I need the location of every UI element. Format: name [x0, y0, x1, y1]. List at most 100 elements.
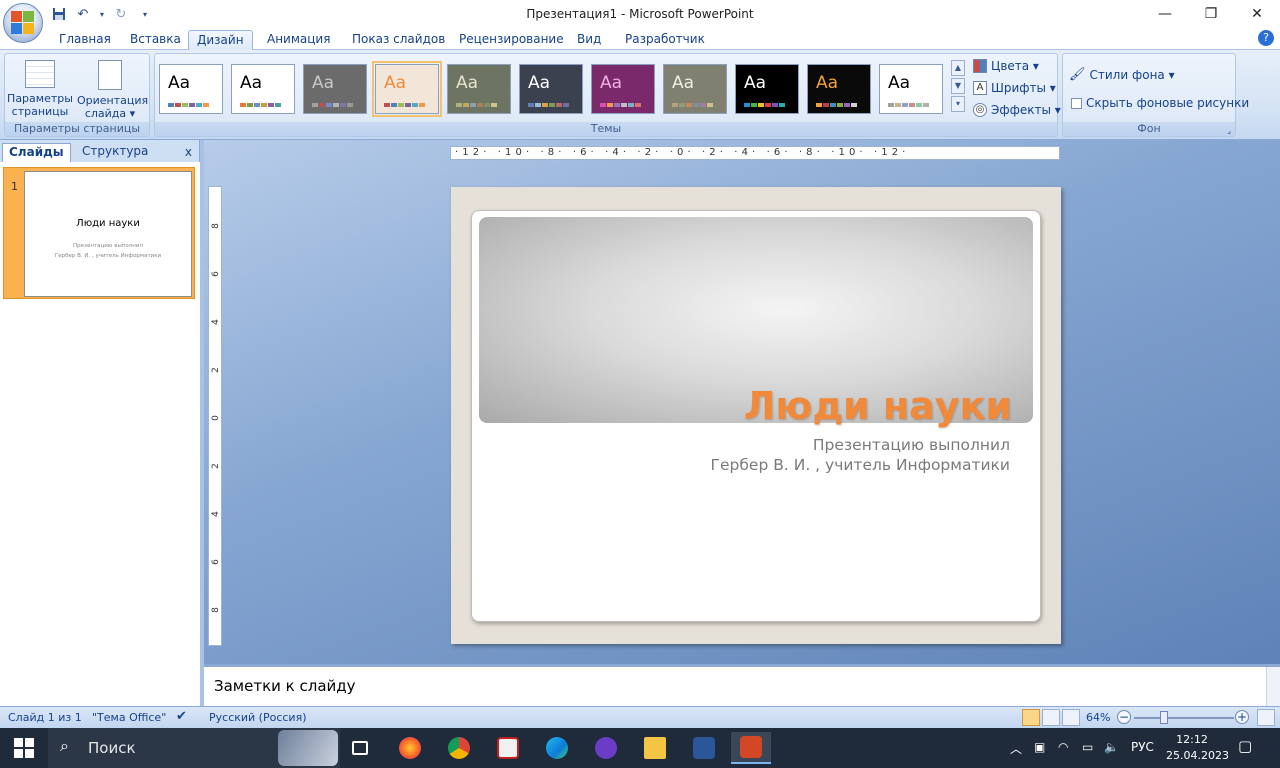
dialog-launcher-icon[interactable]: ⌟ — [1227, 126, 1231, 135]
tab-home[interactable]: Главная — [51, 30, 119, 50]
theme-effects-label: Эффекты ▾ — [991, 103, 1061, 117]
theme-thumbnail-11[interactable]: Aa — [879, 64, 943, 114]
hide-background-checkbox[interactable]: Скрыть фоновые рисунки — [1071, 96, 1249, 110]
firefox-icon[interactable] — [390, 732, 430, 764]
restore-button[interactable]: ❐ — [1188, 0, 1234, 28]
tab-slides[interactable]: Слайды — [2, 143, 71, 162]
theme-thumbnail-6[interactable]: Aa — [519, 64, 583, 114]
theme-thumbnail-1[interactable]: Aa — [159, 64, 223, 114]
zoom-slider-thumb[interactable] — [1160, 711, 1168, 724]
theme-thumbnail-7[interactable]: Aa — [591, 64, 655, 114]
tab-outline[interactable]: Структура — [76, 143, 154, 162]
vruler-mark: 4 — [211, 511, 221, 517]
language[interactable]: Русский (Россия) — [209, 711, 307, 724]
tab-developer[interactable]: Разработчик — [617, 30, 713, 50]
tab-slideshow[interactable]: Показ слайдов — [344, 30, 453, 50]
slide-subtitle-line-1: Презентацию выполнил — [812, 436, 1010, 454]
theme-fonts-label: Шрифты ▾ — [991, 81, 1056, 95]
theme-thumbnail-3[interactable]: Aa — [303, 64, 367, 114]
theme-thumbnail-10[interactable]: Aa — [807, 64, 871, 114]
tray-device-icon[interactable]: ▣ — [1034, 740, 1045, 754]
tab-animation[interactable]: Анимация — [259, 30, 338, 50]
zoom-in-icon[interactable]: + — [1235, 710, 1249, 724]
theme-colors-button[interactable]: Цвета ▾ — [973, 59, 1039, 73]
taskbar-search[interactable]: ⌕ Поиск — [48, 728, 340, 768]
close-pane-icon[interactable]: x — [185, 145, 192, 159]
vruler-mark: 0 — [211, 415, 221, 421]
help-icon[interactable]: ? — [1258, 30, 1274, 46]
slide-title[interactable]: Люди науки — [744, 384, 1012, 428]
zoom-out-icon[interactable]: − — [1117, 710, 1131, 724]
windows-start-icon[interactable] — [14, 738, 34, 758]
theme-effects-button[interactable]: ◎ Эффекты ▾ — [973, 103, 1061, 117]
theme-thumbnail-8[interactable]: Aa — [663, 64, 727, 114]
undo-dropdown-icon[interactable]: ▾ — [98, 5, 106, 23]
undo-icon[interactable]: ↶ — [74, 5, 92, 23]
tab-design[interactable]: Дизайн — [188, 30, 253, 50]
vruler-mark: 2 — [211, 367, 221, 373]
theme-sample-text: Aa — [528, 73, 551, 93]
redo-icon[interactable]: ↻ — [112, 5, 130, 23]
slideshow-view-icon[interactable] — [1062, 709, 1080, 726]
tab-insert[interactable]: Вставка — [122, 30, 189, 50]
horizontal-ruler[interactable]: ·12· ·10· ·8· ·6· ·4· ·2· ·0· ·2· ·4· ·6… — [450, 146, 1060, 160]
notes-scrollbar[interactable] — [1266, 667, 1280, 706]
taskbar-clock[interactable]: 12:12 25.04.2023 — [1166, 732, 1229, 764]
minimize-button[interactable]: — — [1142, 0, 1188, 28]
theme-color-swatches — [744, 103, 785, 107]
red-app-icon[interactable] — [488, 732, 528, 764]
theme-sample-text: Aa — [672, 73, 695, 93]
slide-thumbnail-1[interactable]: 1 Люди науки Презентацию выполнил Гербер… — [3, 167, 195, 299]
powerpoint-taskbar-icon[interactable] — [731, 732, 771, 764]
battery-icon[interactable]: ▭ — [1082, 740, 1093, 754]
wifi-icon[interactable]: ◠ — [1058, 740, 1068, 754]
edge-icon[interactable] — [537, 732, 577, 764]
theme-fonts-button[interactable]: A Шрифты ▾ — [973, 81, 1056, 95]
thumbnail-list: 1 Люди науки Презентацию выполнил Гербер… — [0, 162, 200, 706]
media-app-icon[interactable] — [586, 732, 626, 764]
input-language[interactable]: РУС — [1131, 740, 1154, 754]
theme-thumbnail-4[interactable]: Aa — [372, 61, 442, 117]
fonts-icon: A — [973, 81, 987, 95]
word-icon[interactable] — [684, 732, 724, 764]
theme-color-swatches — [312, 103, 353, 107]
slide-sorter-view-icon[interactable] — [1042, 709, 1060, 726]
vertical-ruler[interactable]: 8 6 4 2 0 2 4 6 8 — [208, 186, 222, 646]
spellcheck-icon[interactable]: ✔ — [176, 709, 187, 724]
window-controls: — ❐ ✕ — [1142, 0, 1280, 28]
normal-view-icon[interactable] — [1022, 709, 1040, 726]
task-view-icon[interactable] — [340, 732, 380, 764]
orientation-icon — [98, 60, 122, 90]
zoom-slider-track[interactable] — [1134, 717, 1234, 719]
slide-orientation-button[interactable]: Ориентация слайда ▾ — [77, 58, 148, 120]
volume-icon[interactable]: 🔈 — [1104, 740, 1119, 754]
fit-to-window-icon[interactable] — [1257, 709, 1275, 726]
zoom-level[interactable]: 64% — [1086, 711, 1110, 724]
vruler-mark: 6 — [211, 271, 221, 277]
theme-thumbnail-2[interactable]: Aa — [231, 64, 295, 114]
customize-qat-icon[interactable]: ▾ — [136, 5, 154, 23]
background-styles-button[interactable]: 🖌 Стили фона ▾ — [1069, 67, 1175, 82]
notification-icon[interactable]: ▢ — [1238, 737, 1252, 755]
file-explorer-icon[interactable] — [635, 732, 675, 764]
slide-subtitle[interactable]: Презентацию выполнил Гербер В. И. , учит… — [711, 435, 1010, 475]
tab-review[interactable]: Рецензирование — [451, 30, 572, 50]
theme-color-swatches — [528, 103, 569, 107]
theme-thumbnail-9[interactable]: Aa — [735, 64, 799, 114]
gallery-down-icon[interactable]: ▼ — [951, 78, 965, 94]
ribbon-tabs: Главная Вставка Дизайн Анимация Показ сл… — [0, 28, 1280, 50]
slide-canvas[interactable]: Люди науки Презентацию выполнил Гербер В… — [451, 187, 1061, 644]
theme-color-swatches — [240, 103, 281, 107]
close-button[interactable]: ✕ — [1234, 0, 1280, 28]
office-button[interactable] — [3, 3, 43, 43]
gallery-up-icon[interactable]: ▲ — [951, 60, 965, 76]
save-icon[interactable] — [50, 5, 68, 23]
tray-overflow-icon[interactable]: ︿ — [1010, 740, 1022, 757]
gallery-more-icon[interactable]: ▾ — [951, 96, 965, 112]
page-setup-button[interactable]: Параметры страницы — [7, 58, 73, 118]
group-themes: Aa Aa Aa Aa Aa Aa Aa Aa Aa Aa Aa ▲ ▼ ▾ Цвета ▾ A Ш… — [154, 53, 1061, 137]
theme-thumbnail-5[interactable]: Aa — [447, 64, 511, 114]
chrome-icon[interactable] — [439, 732, 479, 764]
tab-view[interactable]: Вид — [569, 30, 609, 50]
notes-pane[interactable]: Заметки к слайду — [204, 664, 1280, 706]
